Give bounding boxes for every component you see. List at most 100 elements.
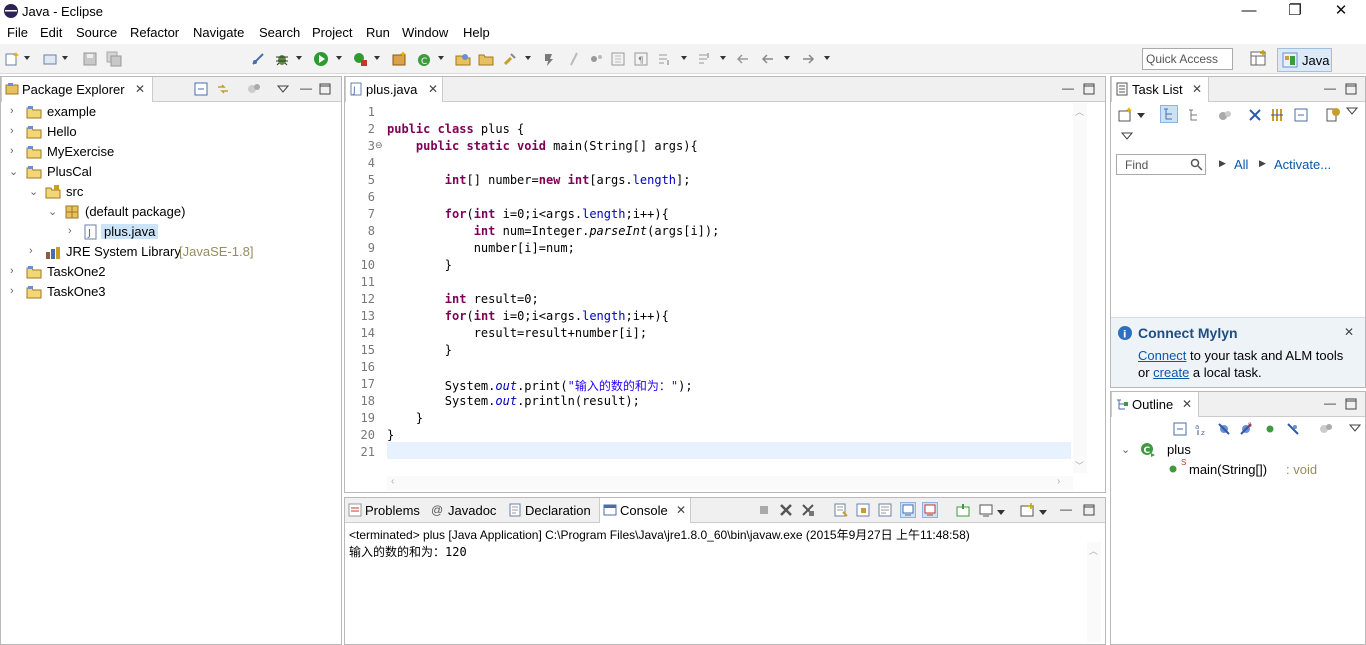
tree-item-example[interactable]: › example [1,102,341,122]
horizontal-scrollbar[interactable]: ‹ › [387,476,1073,490]
new-task-icon[interactable] [1117,107,1133,123]
next-annotation-dropdown-icon[interactable] [681,56,687,60]
menu-navigate[interactable]: Navigate [193,25,244,40]
close-icon[interactable]: ✕ [1182,397,1192,411]
new-wizard-icon[interactable] [42,51,58,67]
scroll-up-icon[interactable]: ︿ [1089,544,1098,557]
new-java-class-icon[interactable]: C [416,51,432,67]
open-console-dropdown-icon[interactable] [1039,508,1047,516]
back-dropdown-icon[interactable] [784,56,790,60]
tab-plus-java[interactable]: J plus.java ✕ [345,77,443,102]
next-annotation-icon[interactable] [656,51,672,67]
view-menu-icon[interactable] [1349,422,1361,434]
categorized-icon[interactable] [1160,105,1178,123]
external-tools-dropdown-icon[interactable] [374,56,380,60]
tab-problems[interactable]: Problems [345,498,427,523]
menu-edit[interactable]: Edit [40,25,62,40]
tree-item-hello[interactable]: › Hello [1,122,341,142]
sort-icon[interactable]: az [1195,422,1209,436]
search-icon[interactable] [502,51,518,67]
task-find-input[interactable]: Find [1116,154,1206,175]
wizard-dropdown-icon[interactable] [62,56,68,60]
remove-all-terminated-icon[interactable] [801,503,815,517]
show-whitespace-icon[interactable] [610,51,626,67]
scroll-up-icon[interactable]: ︿ [1075,105,1084,118]
close-icon[interactable]: ✕ [1192,82,1202,96]
maximize-button[interactable]: ❐ [1272,0,1318,22]
focus-on-active-task-icon[interactable] [1319,422,1333,436]
word-wrap-icon[interactable] [878,503,892,517]
tree-item-pluscal[interactable]: ⌄ PlusCal [1,162,341,182]
tree-item-default-package[interactable]: ⌄ (default package) [1,202,341,222]
external-tools-icon[interactable] [352,51,368,67]
clear-console-icon[interactable] [834,503,848,517]
close-icon[interactable]: ✕ [428,82,438,96]
last-edit-location-icon[interactable] [735,51,751,67]
tab-task-list[interactable]: Task List ✕ [1111,77,1209,102]
new-class-dropdown-icon[interactable] [438,56,444,60]
open-type-icon[interactable] [455,51,471,67]
scroll-right-icon[interactable]: › [1057,476,1060,487]
maximize-view-icon[interactable] [1083,504,1095,516]
hide-fields-icon[interactable] [1217,422,1231,436]
tree-item-taskone2[interactable]: › TaskOne2 [1,262,341,282]
hide-static-members-icon[interactable]: S [1239,422,1253,436]
tree-item-taskone3[interactable]: › TaskOne3 [1,282,341,302]
chevron-down-icon[interactable]: ⌄ [9,165,19,178]
menu-window[interactable]: Window [402,25,448,40]
forward-icon[interactable] [800,51,816,67]
new-icon[interactable] [4,51,20,67]
new-task-dropdown-icon[interactable] [1137,113,1145,119]
terminate-icon[interactable] [757,503,771,517]
scroll-down-icon[interactable]: ﹀ [1075,459,1084,472]
scroll-lock-icon[interactable] [856,503,870,517]
all-link[interactable]: All [1234,157,1248,172]
outline-item-main[interactable]: S main(String[]) : void [1111,458,1365,480]
close-icon[interactable]: ✕ [135,82,145,96]
chevron-down-icon[interactable]: ⌄ [48,205,58,218]
collapse-all-icon[interactable] [1173,422,1187,436]
previous-annotation-dropdown-icon[interactable] [720,56,726,60]
code-editor[interactable]: 1 2 3 4 5 6 7 8 9 10 11 12 13 14 15 16 17 18 19 20 21 ⊖ publ… [345,103,1105,492]
menu-run[interactable]: Run [366,25,390,40]
vertical-scrollbar[interactable]: ︿ ﹀ [1073,103,1087,473]
menu-source[interactable]: Source [76,25,117,40]
minimize-view-icon[interactable]: — [300,82,312,95]
menu-refactor[interactable]: Refactor [130,25,179,40]
chevron-right-icon[interactable]: › [10,265,20,277]
debug-dropdown-icon[interactable] [296,56,302,60]
new-java-package-icon[interactable] [391,51,407,67]
connect-link[interactable]: Connect [1138,348,1186,363]
tree-item-src[interactable]: ⌄ src [1,182,341,202]
close-icon[interactable]: ✕ [676,503,686,517]
tab-javadoc[interactable]: @ Javadoc [428,498,504,523]
collapse-all-icon[interactable] [1269,107,1285,123]
remove-launch-icon[interactable] [779,503,793,517]
forward-dropdown-icon[interactable] [824,56,830,60]
minimize-view-icon[interactable]: — [1324,82,1336,95]
open-folder-icon[interactable] [478,51,494,67]
display-selected-console-icon[interactable] [979,503,993,517]
tree-item-plus-java[interactable]: › J plus.java [1,222,341,242]
hide-completed-icon[interactable] [1247,107,1263,123]
maximize-view-icon[interactable] [1345,398,1357,410]
maximize-view-icon[interactable] [1083,83,1095,95]
focus-workweek-icon[interactable] [1217,107,1233,123]
link-with-editor-icon[interactable] [216,82,230,96]
chevron-right-icon[interactable]: › [10,145,20,157]
chevron-right-icon[interactable]: › [10,285,20,297]
view-menu-icon[interactable] [1346,105,1358,117]
tab-console[interactable]: Console ✕ [599,498,691,523]
scroll-left-icon[interactable]: ‹ [391,476,394,487]
pilcrow-icon[interactable]: ¶ [633,51,649,67]
show-console-on-output-icon[interactable] [900,502,916,518]
maximize-view-icon[interactable] [319,83,331,95]
chevron-right-icon[interactable]: › [29,245,39,257]
chevron-down-icon[interactable]: ⌄ [1121,443,1131,456]
hide-local-types-icon[interactable] [1286,422,1300,436]
expand-all-icon[interactable] [1293,107,1309,123]
show-console-on-error-icon[interactable] [922,502,938,518]
chevron-right-icon[interactable]: › [10,105,20,117]
menu-search[interactable]: Search [259,25,300,40]
display-console-dropdown-icon[interactable] [997,508,1005,516]
